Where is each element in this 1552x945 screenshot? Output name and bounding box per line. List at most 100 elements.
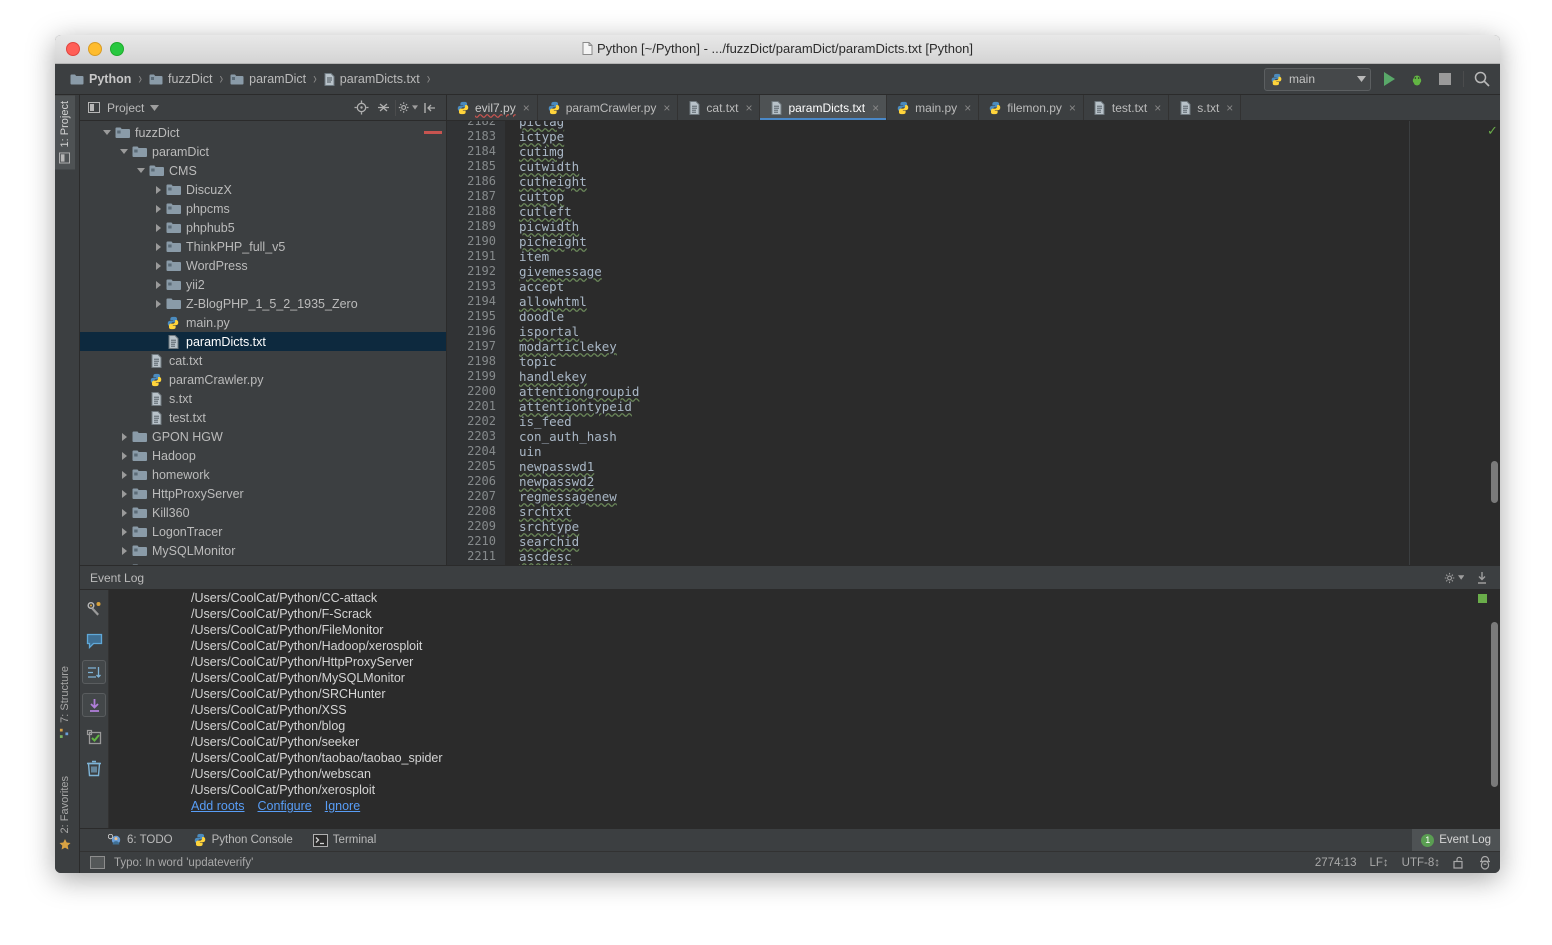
chevron-right-icon[interactable] bbox=[118, 488, 130, 500]
close-icon[interactable]: × bbox=[964, 102, 971, 114]
tree-node[interactable]: CMS bbox=[80, 161, 446, 180]
code-line[interactable]: is_feed bbox=[519, 414, 1486, 429]
mark-read-icon[interactable] bbox=[83, 726, 105, 748]
editor-code[interactable]: pictag ictype cutimg cutwidth cutheight cutto… bbox=[505, 121, 1486, 565]
debug-button[interactable] bbox=[1407, 69, 1427, 89]
event-log-link-configure[interactable]: Configure bbox=[258, 798, 312, 814]
code-line[interactable]: handlekey bbox=[519, 369, 1486, 384]
code-line[interactable]: topic bbox=[519, 354, 1486, 369]
code-line[interactable]: ascdesc bbox=[519, 549, 1486, 564]
chevron-right-icon[interactable] bbox=[152, 184, 164, 196]
tree-node[interactable]: fuzzDict bbox=[80, 123, 446, 142]
code-line[interactable]: isportal bbox=[519, 324, 1486, 339]
chevron-right-icon[interactable] bbox=[118, 507, 130, 519]
project-tree[interactable]: fuzzDict paramDict CMS DiscuzX phpcms phphub5… bbox=[80, 121, 446, 565]
minimize-window-button[interactable] bbox=[88, 42, 102, 56]
tree-node[interactable]: ThinkPHP_full_v5 bbox=[80, 237, 446, 256]
chevron-down-icon[interactable] bbox=[135, 165, 147, 177]
event-log-link-add-roots[interactable]: Add roots bbox=[191, 798, 245, 814]
code-line[interactable]: modarticlekey bbox=[519, 339, 1486, 354]
code-line[interactable]: seltableid bbox=[519, 564, 1486, 565]
bottom-tab-event-log[interactable]: 1 Event Log bbox=[1412, 829, 1500, 851]
code-line[interactable]: allowhtml bbox=[519, 294, 1486, 309]
stop-button[interactable] bbox=[1435, 69, 1455, 89]
tree-node[interactable]: cat.txt bbox=[80, 351, 446, 370]
close-icon[interactable]: × bbox=[523, 102, 530, 114]
editor-main[interactable]: 2182 2183 2184 2185 2186 2187 2188 2189 2190 2191… bbox=[447, 121, 1500, 565]
chevron-down-icon[interactable] bbox=[150, 104, 160, 111]
event-log-link-ignore[interactable]: Ignore bbox=[325, 798, 360, 814]
code-line[interactable]: attentiontypeid bbox=[519, 399, 1486, 414]
editor-tabs[interactable]: evil7.py × paramCrawler.py × cat.txt × paramDi… bbox=[447, 95, 1500, 121]
breadcrumb-item-paramdict[interactable]: paramDict bbox=[227, 70, 309, 88]
tree-node[interactable]: Z-BlogPHP_1_5_2_1935_Zero bbox=[80, 294, 446, 313]
chevron-right-icon[interactable] bbox=[118, 526, 130, 538]
expand-tree-icon[interactable] bbox=[82, 660, 106, 684]
bottom-tab-todo[interactable]: 6: TODO bbox=[108, 833, 173, 847]
code-line[interactable]: regmessagenew bbox=[519, 489, 1486, 504]
chevron-down-icon[interactable] bbox=[1357, 76, 1366, 82]
close-window-button[interactable] bbox=[66, 42, 80, 56]
scroll-to-end-icon[interactable] bbox=[82, 693, 106, 717]
editor-tab[interactable]: s.txt × bbox=[1169, 95, 1242, 120]
unlocked-padlock-icon[interactable] bbox=[1453, 856, 1465, 869]
run-button[interactable] bbox=[1379, 69, 1399, 89]
code-line[interactable]: srchtxt bbox=[519, 504, 1486, 519]
chevron-down-icon[interactable] bbox=[101, 127, 113, 139]
tree-node[interactable]: LogonTracer bbox=[80, 522, 446, 541]
editor-scrollbar-thumb[interactable] bbox=[1491, 461, 1498, 503]
code-line[interactable]: doodle bbox=[519, 309, 1486, 324]
gear-icon[interactable] bbox=[1444, 568, 1464, 588]
tree-node[interactable]: phphub5 bbox=[80, 218, 446, 237]
code-line[interactable]: cutwidth bbox=[519, 159, 1486, 174]
tree-node[interactable]: GPON HGW bbox=[80, 427, 446, 446]
gear-icon[interactable] bbox=[398, 98, 418, 118]
chevron-right-icon[interactable] bbox=[118, 564, 130, 566]
editor-tab[interactable]: filemon.py × bbox=[979, 95, 1084, 120]
code-line[interactable]: cutleft bbox=[519, 204, 1486, 219]
tree-node[interactable]: pyenv bbox=[80, 560, 446, 565]
breadcrumb-item-python[interactable]: Python bbox=[67, 70, 134, 88]
tree-node[interactable]: homework bbox=[80, 465, 446, 484]
tree-node[interactable]: s.txt bbox=[80, 389, 446, 408]
close-icon[interactable]: × bbox=[872, 102, 879, 114]
collapse-all-icon[interactable] bbox=[373, 98, 393, 118]
bottom-tab-python-console[interactable]: Python Console bbox=[193, 833, 293, 847]
hide-panel-icon[interactable] bbox=[1472, 568, 1492, 588]
event-log-scrollbar-thumb[interactable] bbox=[1491, 622, 1498, 787]
editor-error-stripe[interactable]: ✓ bbox=[1486, 121, 1500, 565]
sidebar-item-project[interactable]: 1: Project bbox=[55, 95, 75, 170]
chevron-right-icon[interactable] bbox=[152, 241, 164, 253]
breadcrumb-item-paramdicts-txt[interactable]: paramDicts.txt bbox=[321, 70, 423, 88]
sidebar-item-structure[interactable]: 7: Structure bbox=[55, 660, 75, 745]
close-icon[interactable]: × bbox=[745, 102, 752, 114]
code-line[interactable]: picwidth bbox=[519, 219, 1486, 234]
search-icon[interactable] bbox=[1472, 69, 1492, 89]
chevron-right-icon[interactable] bbox=[118, 469, 130, 481]
code-line[interactable]: con_auth_hash bbox=[519, 429, 1486, 444]
toggle-toolwindows-icon[interactable] bbox=[90, 856, 105, 869]
editor-tab[interactable]: paramCrawler.py × bbox=[537, 95, 679, 120]
tree-node[interactable]: paramDicts.txt bbox=[80, 332, 446, 351]
code-line[interactable]: cutimg bbox=[519, 144, 1486, 159]
caret-position[interactable]: 2774:13 bbox=[1315, 857, 1357, 869]
chevron-right-icon[interactable] bbox=[152, 298, 164, 310]
editor-tab[interactable]: test.txt × bbox=[1083, 95, 1170, 120]
balloon-message-icon[interactable] bbox=[83, 629, 105, 651]
inspection-ok-icon[interactable]: ✓ bbox=[1487, 124, 1498, 137]
code-line[interactable]: cuttop bbox=[519, 189, 1486, 204]
editor-tab[interactable]: cat.txt × bbox=[678, 95, 761, 120]
code-line[interactable]: srchtype bbox=[519, 519, 1486, 534]
sidebar-item-favorites[interactable]: 2: Favorites bbox=[55, 770, 75, 856]
code-line[interactable]: attentiongroupid bbox=[519, 384, 1486, 399]
tree-node[interactable]: Hadoop bbox=[80, 446, 446, 465]
tree-node[interactable]: yii2 bbox=[80, 275, 446, 294]
editor-tab[interactable]: main.py × bbox=[887, 95, 980, 120]
run-configuration-selector[interactable]: main bbox=[1264, 67, 1371, 91]
code-line[interactable]: picheight bbox=[519, 234, 1486, 249]
editor-tab[interactable]: evil7.py × bbox=[447, 95, 538, 120]
hector-inspector-icon[interactable] bbox=[1478, 855, 1492, 870]
locate-file-icon[interactable] bbox=[351, 98, 371, 118]
code-line[interactable]: searchid bbox=[519, 534, 1486, 549]
code-line[interactable]: uin bbox=[519, 444, 1486, 459]
